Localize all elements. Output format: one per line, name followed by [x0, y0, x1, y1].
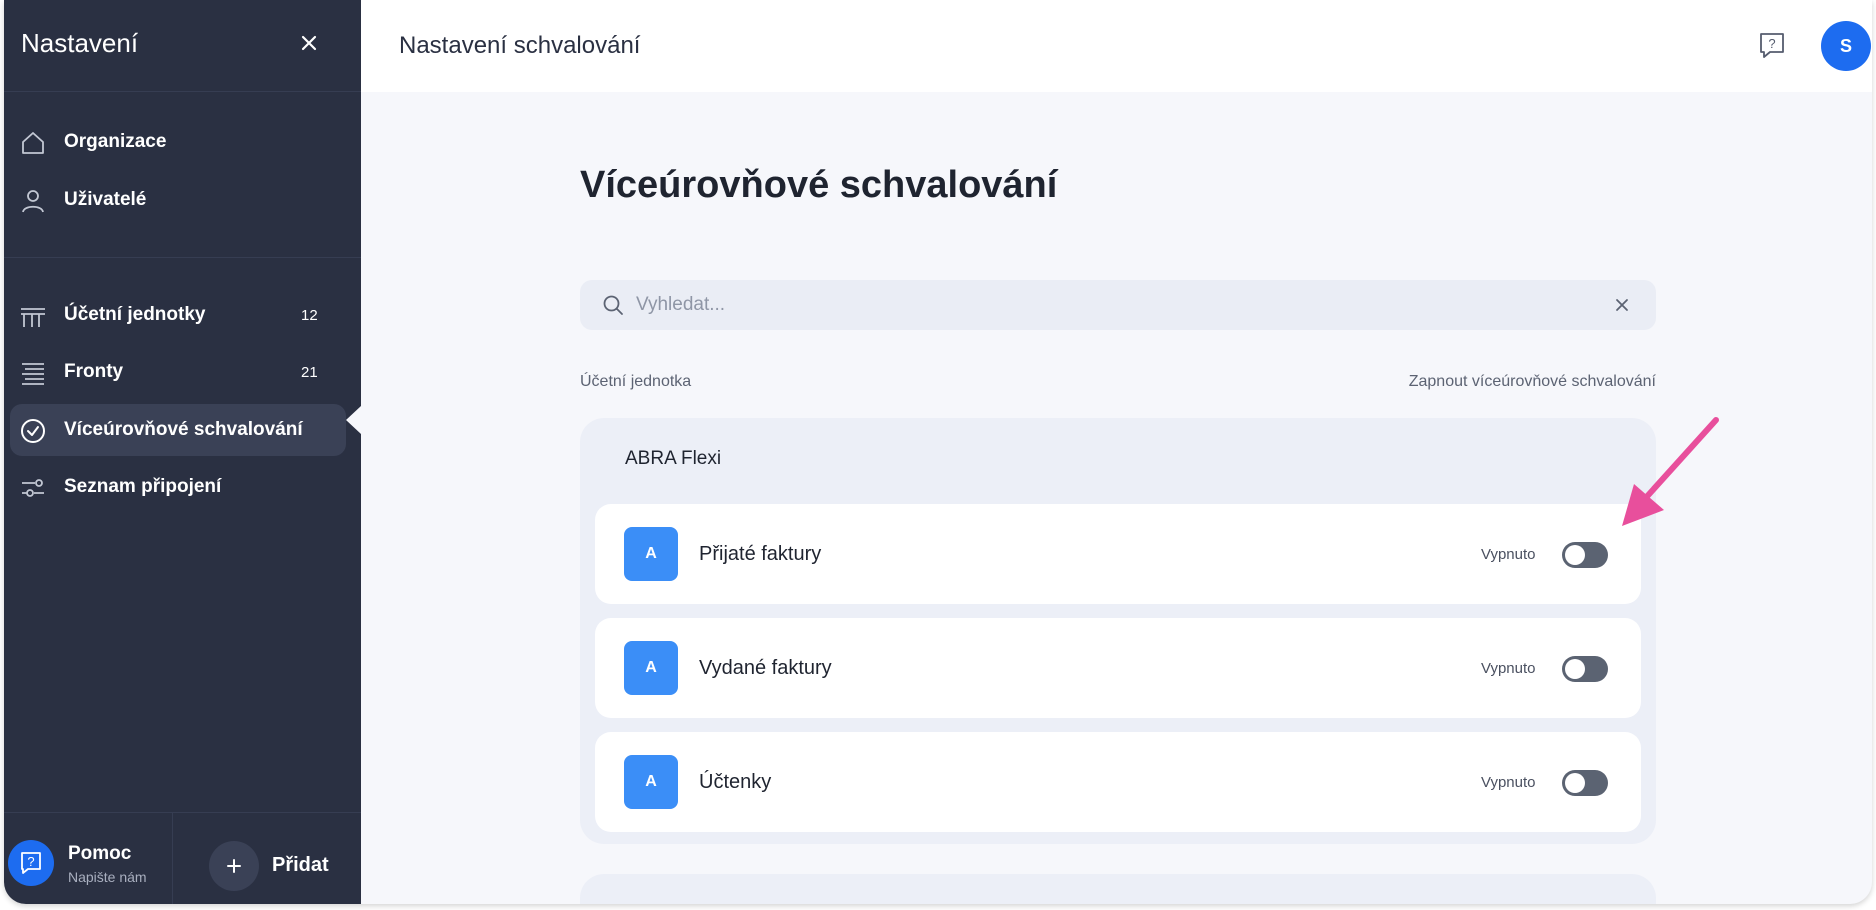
- home-icon: [19, 129, 47, 157]
- help-subtitle: Napište nám: [68, 869, 147, 885]
- sidebar-title: Nastavení: [21, 28, 139, 58]
- sliders-icon: [19, 474, 47, 502]
- sidebar-item-label: Fronty: [64, 361, 124, 382]
- svg-text:?: ?: [1768, 36, 1775, 51]
- list-item: A Účtenky Vypnuto: [595, 732, 1641, 832]
- avatar[interactable]: S: [1821, 21, 1871, 71]
- sidebar-divider: [4, 257, 361, 258]
- column-header-enable: Zapnout víceúrovňové schvalování: [1408, 373, 1656, 390]
- sidebar-item-count: 12: [301, 306, 318, 324]
- search-bar: [580, 280, 1656, 330]
- list-item: A Vydané faktury Vypnuto: [595, 618, 1641, 718]
- add-button[interactable]: [209, 841, 259, 891]
- unit-badge: A: [624, 641, 678, 695]
- plus-icon: [227, 859, 241, 873]
- approval-toggle[interactable]: [1562, 656, 1608, 682]
- footer-divider: [172, 813, 173, 904]
- unit-badge: A: [624, 755, 678, 809]
- sidebar-item-organizace[interactable]: Organizace: [10, 116, 346, 168]
- help-chat-button[interactable]: ?: [8, 840, 54, 886]
- item-name: Vydané faktury: [699, 657, 832, 679]
- sidebar-item-label: Víceúrovňové schvalování: [64, 419, 303, 440]
- help-chat-icon: ?: [21, 852, 41, 874]
- top-bar: Nastavení schvalování ? S: [361, 0, 1872, 92]
- page-title: Nastavení schvalování: [399, 32, 641, 59]
- item-name: Přijaté faktury: [699, 543, 822, 565]
- sidebar-item-uzivatele[interactable]: Uživatelé: [10, 174, 346, 226]
- toggle-knob: [1565, 773, 1585, 793]
- sidebar-header: Nastavení: [4, 0, 361, 92]
- svg-text:?: ?: [27, 854, 34, 869]
- sidebar-item-label: Organizace: [64, 131, 167, 152]
- list-item: A Přijaté faktury Vypnuto: [595, 504, 1641, 604]
- app-window: Nastavení Organizace Uživatelé Účetní je…: [4, 0, 1872, 904]
- annotation-arrow-icon: [1622, 417, 1719, 526]
- help-icon[interactable]: ?: [1756, 29, 1788, 61]
- sidebar-item-seznam-pripojeni[interactable]: Seznam připojení: [10, 461, 346, 513]
- queue-icon: [19, 359, 47, 387]
- toggle-knob: [1565, 545, 1585, 565]
- check-circle-icon: [19, 417, 47, 445]
- search-input[interactable]: [636, 280, 1576, 330]
- add-label[interactable]: Přidat: [272, 854, 329, 877]
- help-title[interactable]: Pomoc: [68, 843, 131, 865]
- approval-toggle[interactable]: [1562, 770, 1608, 796]
- building-icon: [19, 302, 47, 330]
- unit-group: ABRA Flexi A Přijaté faktury Vypnuto A V…: [580, 418, 1656, 844]
- sidebar-item-viceurovnove-schvalovani[interactable]: Víceúrovňové schvalování: [10, 404, 346, 456]
- settings-sidebar: Nastavení Organizace Uživatelé Účetní je…: [4, 0, 361, 904]
- sidebar-footer: ? Pomoc Napište nám Přidat: [4, 812, 361, 904]
- section-heading: Víceúrovňové schvalování: [580, 164, 1058, 206]
- sidebar-item-label: Účetní jednotky: [64, 304, 206, 325]
- unit-badge: A: [624, 527, 678, 581]
- unit-group-next: [580, 874, 1656, 904]
- toggle-state-label: Vypnuto: [1481, 546, 1536, 563]
- toggle-state-label: Vypnuto: [1481, 660, 1536, 677]
- search-icon: [602, 294, 624, 316]
- item-name: Účtenky: [699, 771, 772, 793]
- sidebar-item-count: 21: [301, 363, 318, 381]
- sidebar-item-label: Uživatelé: [64, 189, 147, 210]
- column-header-unit: Účetní jednotka: [580, 373, 692, 390]
- sidebar-item-fronty[interactable]: Fronty 21: [10, 346, 346, 398]
- toggle-state-label: Vypnuto: [1481, 774, 1536, 791]
- sidebar-item-ucetni-jednotky[interactable]: Účetní jednotky 12: [10, 289, 346, 341]
- user-icon: [19, 187, 47, 215]
- active-indicator: [346, 406, 361, 434]
- sidebar-item-label: Seznam připojení: [64, 476, 222, 497]
- toggle-knob: [1565, 659, 1585, 679]
- approval-toggle[interactable]: [1562, 542, 1608, 568]
- clear-search-icon[interactable]: [1615, 298, 1629, 312]
- close-icon[interactable]: [296, 30, 322, 56]
- group-title: ABRA Flexi: [625, 448, 722, 469]
